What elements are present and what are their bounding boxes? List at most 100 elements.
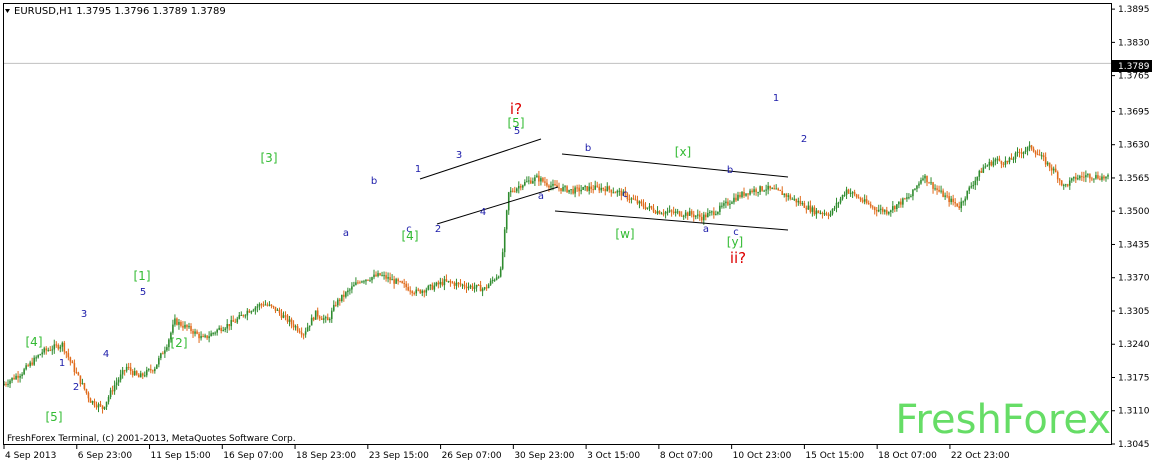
candle-body <box>572 189 574 194</box>
candle-body <box>147 369 150 371</box>
candle-body <box>845 189 848 195</box>
candle-body <box>1073 176 1075 179</box>
candle-body <box>877 209 880 212</box>
candle-body <box>584 186 586 188</box>
candle-body <box>536 175 538 178</box>
candle-body <box>61 342 64 347</box>
candle-body <box>47 349 50 351</box>
candle-body <box>616 190 619 193</box>
candle-body <box>274 306 277 311</box>
candle-body <box>698 214 701 217</box>
candle-body <box>578 187 580 192</box>
candle-body <box>1032 148 1035 152</box>
candle-body <box>242 314 245 316</box>
candle-body <box>248 310 251 313</box>
candle-body <box>93 401 96 406</box>
y-tick-label: 1.3045 <box>1118 440 1150 450</box>
candle-body <box>972 184 975 187</box>
candle-body <box>544 181 546 183</box>
candle-body <box>5 383 7 385</box>
candle-body <box>1052 168 1055 171</box>
candle-body <box>455 282 458 286</box>
candle-body <box>198 333 200 339</box>
candle-body <box>763 190 765 192</box>
candle-body <box>252 310 255 312</box>
candle-body <box>1095 175 1097 179</box>
candle-body <box>1022 151 1025 154</box>
candle-body <box>560 188 562 191</box>
candle-body <box>765 189 767 191</box>
candle-body <box>926 175 928 183</box>
candle-body <box>773 188 775 190</box>
candle-body <box>214 332 216 334</box>
y-tick-label: 1.3630 <box>1118 141 1150 151</box>
candle-body <box>29 362 31 366</box>
candle-body <box>680 215 683 217</box>
y-tick-label: 1.3565 <box>1118 174 1150 184</box>
candle-body <box>904 198 906 200</box>
wave-label: 1 <box>773 93 779 104</box>
candle-body <box>143 375 146 377</box>
candle-body <box>427 285 430 290</box>
candle-body <box>107 397 110 402</box>
candle-body <box>250 311 253 313</box>
candle-body <box>67 353 70 358</box>
x-tick-label: 6 Sep 23:00 <box>78 451 133 461</box>
candle-body <box>453 282 456 286</box>
candle-body <box>345 292 347 297</box>
candle-body <box>282 315 285 318</box>
candle-body <box>646 207 649 209</box>
candle-body <box>421 290 424 294</box>
candle-body <box>970 186 973 188</box>
candle-body <box>783 193 786 196</box>
candle-body <box>660 213 663 215</box>
price-chart[interactable]: [4]12[5]34[1]5[2][3]ba c[4]12345[5]i?abc[… <box>0 0 1154 463</box>
candle-body <box>771 188 773 190</box>
candle-body <box>491 280 494 282</box>
candle-body <box>413 293 416 295</box>
candle-body <box>1036 154 1039 156</box>
wave-label: 5 <box>140 287 146 298</box>
candle-body <box>721 205 723 207</box>
candle-body <box>425 289 428 293</box>
candle-body <box>240 314 243 316</box>
y-tick-label: 1.3240 <box>1118 340 1150 350</box>
y-tick-label: 1.3695 <box>1118 107 1150 117</box>
candle-body <box>819 212 822 214</box>
candle-body <box>208 336 210 339</box>
candle-body <box>554 183 556 186</box>
candle-body <box>495 277 498 280</box>
y-tick-label: 1.3765 <box>1118 72 1150 82</box>
candle-body <box>1020 152 1023 154</box>
y-tick-label: 1.3830 <box>1118 38 1150 48</box>
candle-body <box>1038 154 1041 156</box>
wave-label: [3] <box>261 151 278 165</box>
candle-body <box>920 179 922 184</box>
candle-body <box>51 349 54 351</box>
candle-body <box>952 198 954 203</box>
candle-body <box>320 318 323 320</box>
x-tick-label: 18 Sep 23:00 <box>296 451 356 461</box>
candle-body <box>222 330 224 332</box>
candle-body <box>853 192 856 195</box>
wave-label: 2 <box>435 224 441 235</box>
candle-body <box>11 377 13 381</box>
candle-body <box>515 188 518 192</box>
candle-body <box>888 212 890 214</box>
x-tick-label: 15 Oct 15:00 <box>805 451 864 461</box>
candle-body <box>674 211 677 213</box>
candle-body <box>15 375 17 380</box>
candle-body <box>652 208 655 212</box>
candle-body <box>286 315 289 322</box>
candle-body <box>855 194 858 198</box>
candle-body <box>618 190 621 192</box>
candle-body <box>218 327 220 330</box>
candle-body <box>465 286 468 289</box>
candle-body <box>644 206 647 209</box>
candle-body <box>234 321 237 323</box>
x-tick-label: 26 Sep 07:00 <box>442 451 502 461</box>
candle-body <box>873 207 876 210</box>
candle-body <box>192 330 194 334</box>
candle-body <box>127 366 130 368</box>
candle-body <box>85 389 88 393</box>
